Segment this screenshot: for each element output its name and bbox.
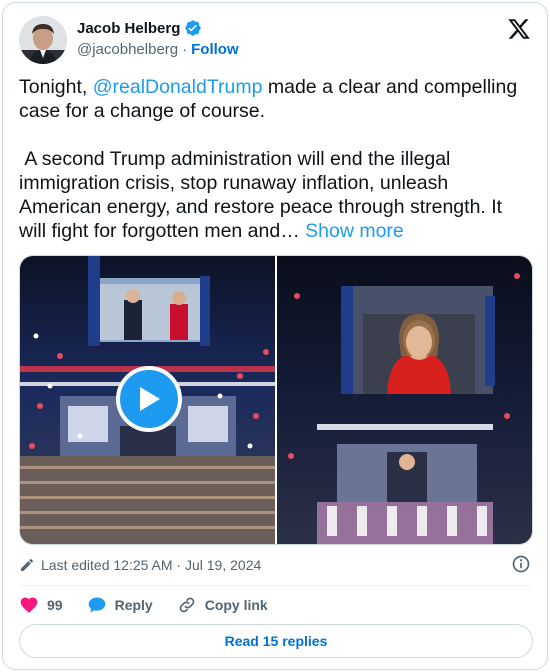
like-count: 99 <box>47 597 63 613</box>
tweet-text: Tonight, @realDonaldTrump made a clear a… <box>19 75 529 243</box>
copy-link-label: Copy link <box>204 597 268 613</box>
media-video-thumbnail[interactable] <box>20 256 275 544</box>
media-grid <box>19 255 533 545</box>
follow-button[interactable]: Follow <box>191 41 239 58</box>
reply-label: Reply <box>114 597 153 613</box>
divider <box>19 585 531 586</box>
author-handle[interactable]: @jacobhelberg <box>77 41 178 58</box>
author-name[interactable]: Jacob Helberg <box>77 20 180 37</box>
tweet-text-start: Tonight, <box>19 76 93 98</box>
pencil-icon <box>21 558 34 571</box>
like-button[interactable]: 99 <box>19 595 63 615</box>
mention-link[interactable]: @realDonaldTrump <box>93 76 263 98</box>
reply-bubble-icon <box>88 597 105 613</box>
avatar[interactable] <box>19 16 67 64</box>
read-replies-label: Read 15 replies <box>224 633 328 649</box>
info-icon[interactable] <box>511 554 531 574</box>
tweet-card: Jacob Helberg @jacobhelberg · Follow Ton… <box>2 2 548 670</box>
reply-button[interactable]: Reply <box>87 595 153 615</box>
action-bar: 99 Reply Copy link <box>19 595 292 615</box>
play-icon <box>140 387 160 411</box>
tweet-text-body: made a clear and compelling case for a c… <box>19 76 518 242</box>
edited-label[interactable]: Last edited 12:25 AM · Jul 19, 2024 <box>41 557 261 573</box>
x-logo-icon[interactable] <box>507 17 531 41</box>
heart-icon <box>20 597 38 613</box>
media-image[interactable] <box>277 256 532 544</box>
verified-icon <box>185 20 202 36</box>
read-replies-button[interactable]: Read 15 replies <box>19 624 533 658</box>
separator-dot: · <box>182 41 188 58</box>
show-more-link[interactable]: Show more <box>305 220 404 242</box>
stage-screen-image <box>277 256 532 544</box>
play-button[interactable] <box>116 366 182 432</box>
copy-link-button[interactable]: Copy link <box>177 595 268 615</box>
edited-timestamp: Last edited 12:25 AM · Jul 19, 2024 <box>19 557 261 573</box>
link-icon <box>179 597 195 613</box>
